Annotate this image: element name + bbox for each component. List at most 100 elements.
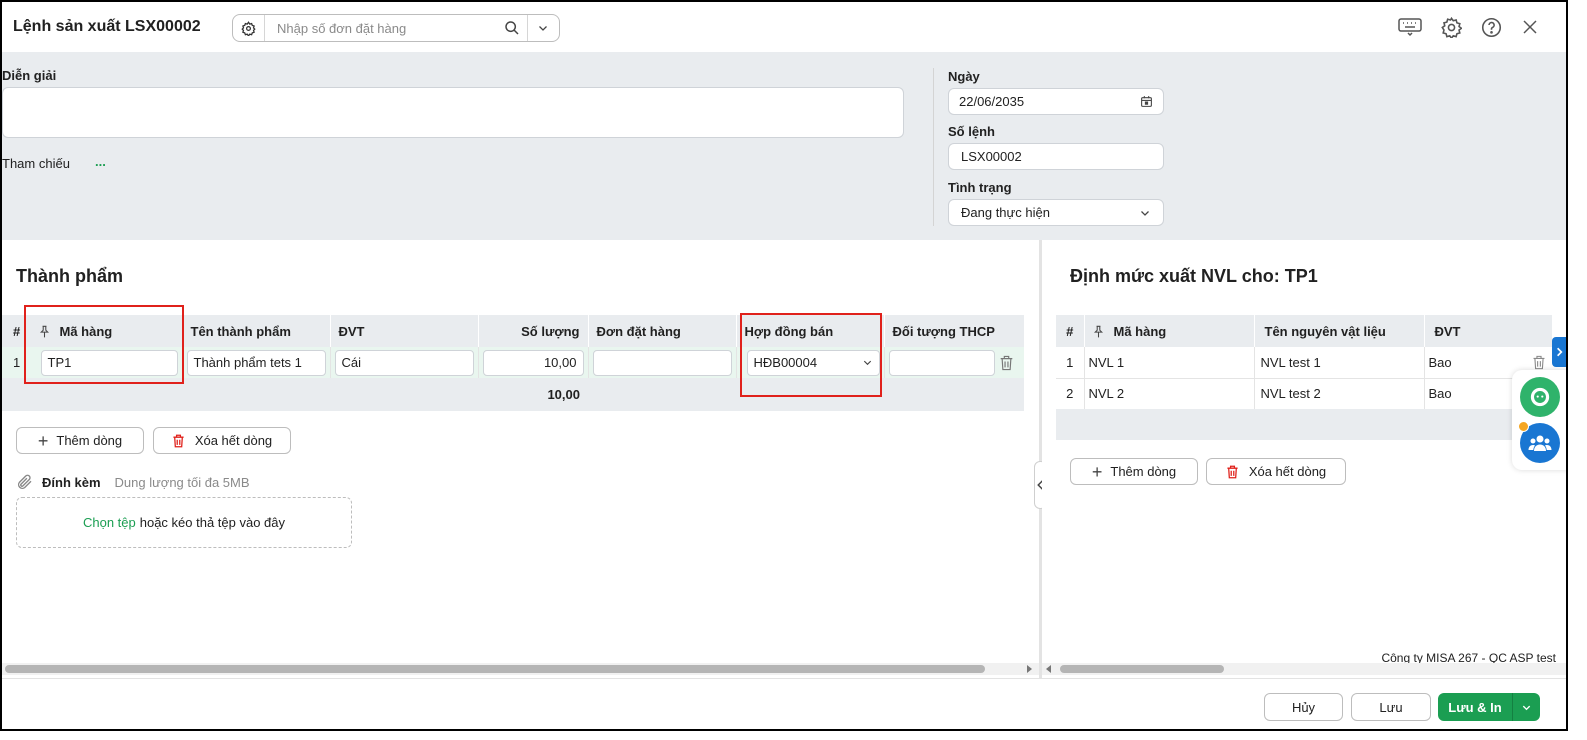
highlight-contract-column — [740, 313, 882, 397]
settings-icon — [1440, 16, 1462, 38]
products-horizontal-scrollbar[interactable] — [2, 663, 1039, 675]
cancel-button[interactable]: Hủy — [1264, 693, 1343, 721]
description-label: Diễn giải — [2, 68, 57, 83]
date-value: 22/06/2035 — [959, 94, 1025, 109]
material-code[interactable]: NVL 1 — [1084, 347, 1255, 378]
paperclip-icon — [18, 474, 32, 489]
trash-icon — [1227, 465, 1238, 478]
drop-hint: hoặc kéo thả tệp vào đây — [139, 515, 286, 530]
close-icon — [1523, 20, 1537, 34]
settings-button[interactable] — [1439, 15, 1463, 39]
scrollbar-thumb[interactable] — [5, 665, 985, 673]
choose-file-link[interactable]: Chọn tệp — [83, 515, 136, 530]
trash-icon[interactable] — [1532, 355, 1546, 370]
save-button[interactable]: Lưu — [1351, 693, 1431, 721]
scroll-right-arrow[interactable] — [1027, 665, 1032, 673]
add-material-row-button[interactable]: + Thêm dòng — [1070, 458, 1198, 485]
material-name[interactable]: NVL test 2 — [1254, 378, 1425, 409]
help-button[interactable] — [1479, 15, 1503, 39]
col-index: # — [2, 315, 25, 347]
highlight-code-column — [24, 305, 184, 384]
clear-rows-label: Xóa hết dòng — [1248, 464, 1327, 479]
col-unit: ĐVT — [330, 315, 479, 347]
title-bar: Lệnh sản xuất LSX00002 — [2, 2, 1566, 52]
chevron-down-icon — [1141, 210, 1149, 216]
search-dropdown-button[interactable] — [527, 15, 557, 41]
add-row-label: Thêm dòng — [1110, 464, 1177, 479]
sales-order-input[interactable] — [592, 349, 732, 376]
cost-object-input[interactable] — [888, 349, 995, 376]
file-drop-zone[interactable]: Chọn tệp hoặc kéo thả tệp vào đây — [16, 497, 352, 548]
col-material-name: Tên nguyên vật liệu — [1254, 315, 1425, 347]
calendar-icon[interactable] — [1140, 95, 1153, 108]
table-row[interactable]: 1 NVL 1 NVL test 1 Bao — [1056, 347, 1552, 378]
date-field[interactable]: 22/06/2035 — [948, 88, 1164, 115]
material-unit[interactable]: Bao — [1429, 355, 1452, 370]
info-separator — [933, 68, 934, 226]
search-button[interactable] — [497, 15, 527, 41]
help-icon — [1481, 17, 1501, 37]
product-name-input[interactable]: Thành phẩm tets 1 — [186, 349, 326, 376]
save-print-button[interactable]: Lưu & In — [1438, 693, 1512, 721]
chatbot-icon — [1530, 387, 1550, 407]
material-code[interactable]: NVL 2 — [1084, 378, 1255, 409]
reference-link[interactable]: ... — [95, 154, 106, 169]
page-title: Lệnh sản xuất LSX00002 — [13, 18, 201, 35]
clear-rows-label: Xóa hết dòng — [194, 433, 273, 448]
date-label: Ngày — [948, 69, 980, 84]
plus-icon: + — [1091, 461, 1103, 482]
gear-icon — [241, 20, 256, 36]
materials-table: # Mã hàng Tên nguyên vật liệu ĐVT 1 NVL … — [1056, 315, 1553, 409]
quantity-input[interactable]: 10,00 — [482, 349, 584, 376]
footer-bar: Hủy Lưu Lưu & In — [2, 678, 1566, 729]
col-index: # — [1056, 315, 1085, 347]
order-number-label: Số lệnh — [948, 124, 995, 139]
trash-icon — [173, 434, 184, 447]
keyboard-shortcut-button[interactable] — [1398, 15, 1422, 39]
col-unit: ĐVT — [1424, 315, 1553, 347]
col-sales-order: Đơn đặt hàng — [588, 315, 737, 347]
material-norm-panel: Định mức xuất NVL cho: TP1 # Mã hàng Tên… — [1042, 240, 1566, 678]
materials-grid: # Mã hàng Tên nguyên vật liệu ĐVT 1 NVL … — [1056, 315, 1553, 440]
status-value: Đang thực hiện — [961, 205, 1050, 220]
products-title: Thành phẩm — [16, 266, 123, 286]
chevron-down-icon — [1522, 705, 1531, 710]
search-settings-button[interactable] — [233, 15, 265, 41]
material-name[interactable]: NVL test 1 — [1254, 347, 1425, 378]
save-print-group: Lưu & In — [1438, 693, 1540, 721]
pin-icon[interactable] — [1093, 325, 1104, 338]
trash-icon[interactable] — [999, 355, 1014, 371]
finished-products-panel: Thành phẩm # Mã hàng Tên thành phẩm ĐVT … — [2, 240, 1039, 678]
col-code[interactable]: Mã hàng — [1084, 315, 1255, 347]
reference-label: Tham chiếu — [2, 156, 70, 171]
order-search-input[interactable] — [265, 20, 497, 36]
status-select[interactable]: Đang thực hiện — [948, 199, 1164, 226]
table-row[interactable]: 2 NVL 2 NVL test 2 Bao — [1056, 378, 1552, 409]
row-index: 1 — [1056, 347, 1085, 378]
notification-dot — [1518, 421, 1529, 432]
clear-product-rows-button[interactable]: Xóa hết dòng — [153, 427, 291, 454]
production-order-window: Lệnh sản xuất LSX00002 Diễn gi — [0, 0, 1568, 731]
col-quantity: Số lượng — [478, 315, 589, 347]
expand-side-panel-button[interactable] — [1552, 337, 1566, 367]
col-product-name: Tên thành phẩm — [182, 315, 331, 347]
materials-title: Định mức xuất NVL cho: TP1 — [1070, 266, 1318, 286]
chevron-down-icon — [538, 26, 547, 31]
scrollbar-thumb[interactable] — [1060, 665, 1224, 673]
order-number-value: LSX00002 — [961, 149, 1022, 164]
status-label: Tình trạng — [948, 180, 1012, 195]
community-icon — [1528, 435, 1552, 451]
close-button[interactable] — [1518, 15, 1542, 39]
col-code-label: Mã hàng — [1113, 323, 1167, 339]
chat-support-button[interactable] — [1520, 377, 1560, 417]
scroll-left-arrow[interactable] — [1046, 665, 1051, 673]
description-field[interactable] — [2, 87, 904, 138]
search-icon — [505, 21, 519, 35]
unit-input[interactable]: Cái — [334, 349, 474, 376]
save-options-dropdown[interactable] — [1512, 693, 1540, 721]
chevron-right-icon — [1556, 347, 1563, 357]
clear-material-rows-button[interactable]: Xóa hết dòng — [1206, 458, 1346, 485]
materials-horizontal-scrollbar[interactable] — [1042, 663, 1566, 675]
order-number-field[interactable]: LSX00002 — [948, 143, 1164, 170]
add-product-row-button[interactable]: + Thêm dòng — [16, 427, 144, 454]
